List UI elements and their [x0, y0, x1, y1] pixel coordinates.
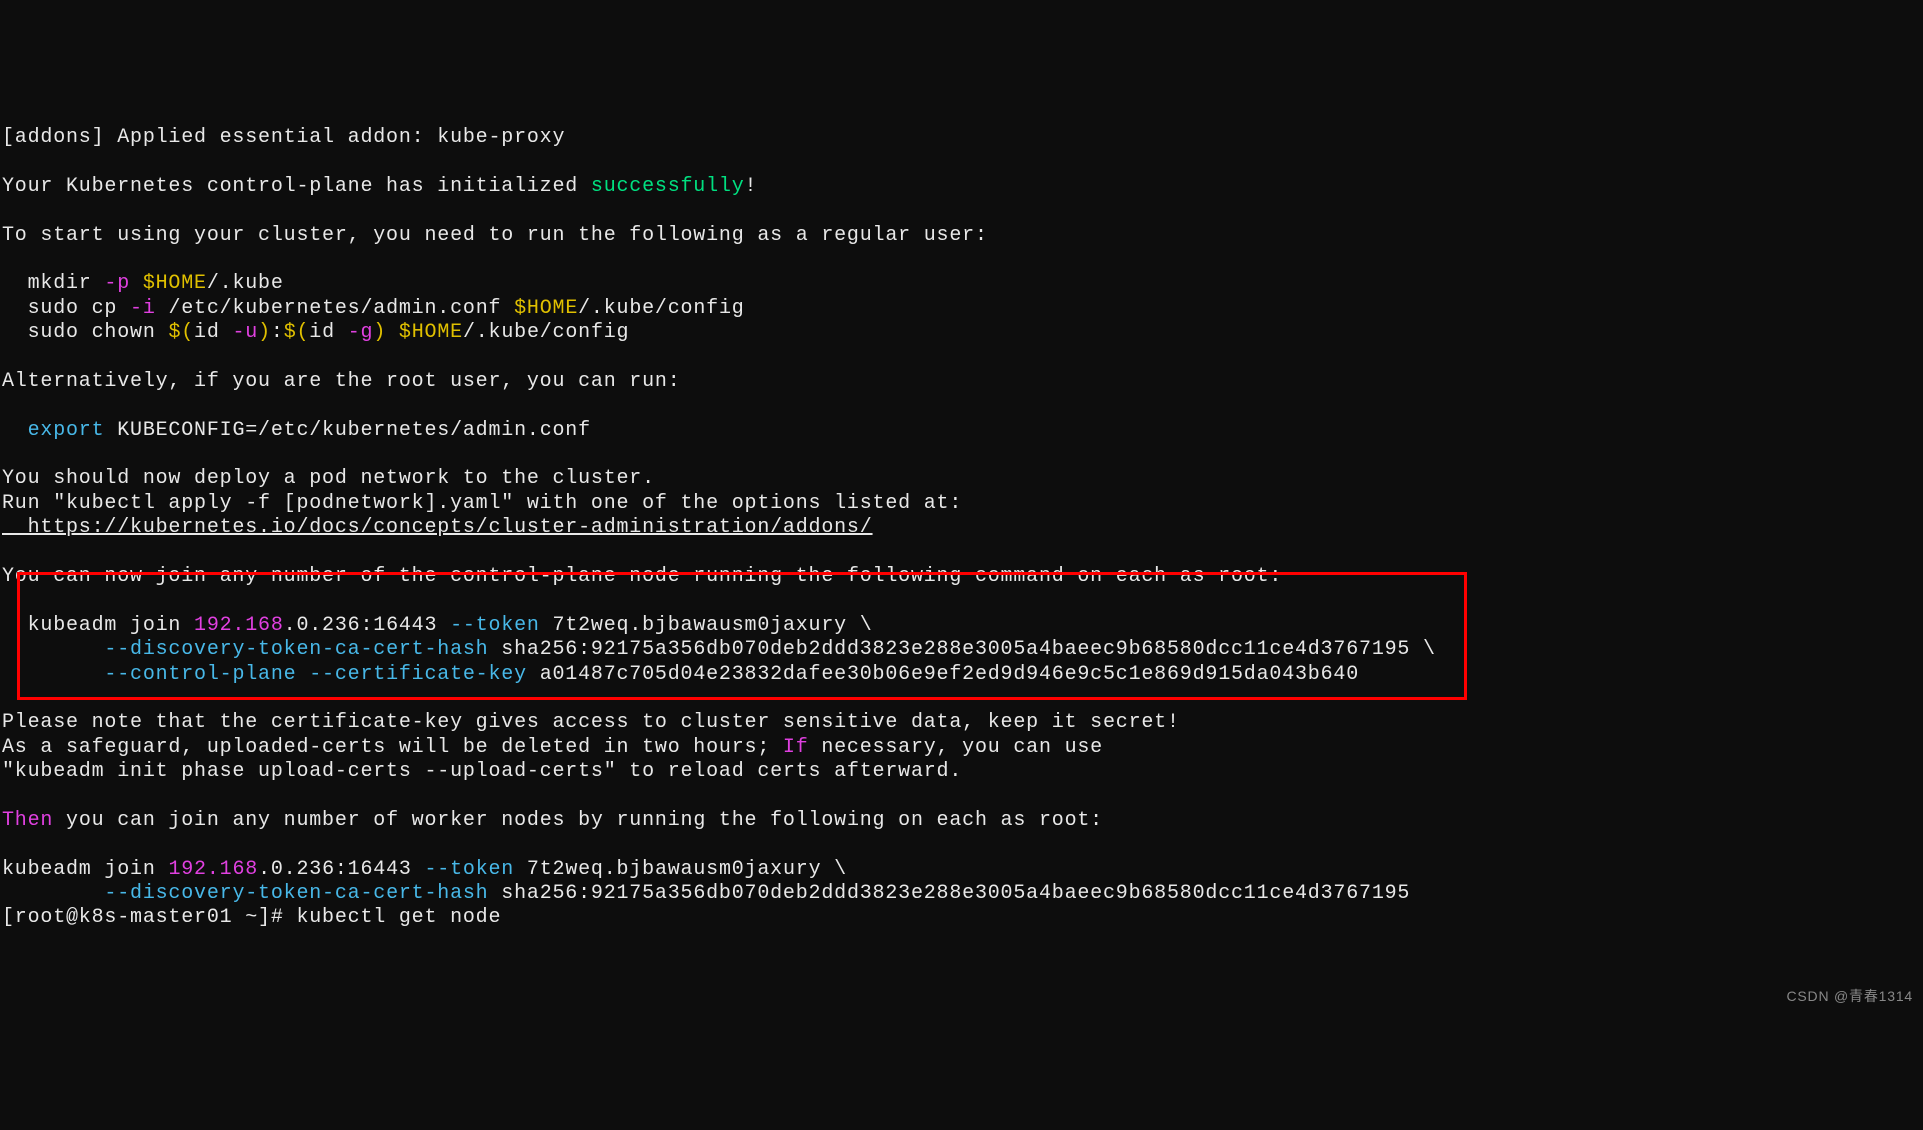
output-line: You can now join any number of the contr… — [2, 565, 1282, 588]
output-line: To start using your cluster, you need to… — [2, 224, 988, 247]
output-link: https://kubernetes.io/docs/concepts/clus… — [2, 516, 873, 539]
output-line: Alternatively, if you are the root user,… — [2, 370, 681, 393]
output-line: Run "kubectl apply -f [podnetwork].yaml"… — [2, 492, 962, 515]
output-line: You should now deploy a pod network to t… — [2, 467, 655, 490]
output-line: export KUBECONFIG=/etc/kubernetes/admin.… — [2, 419, 591, 442]
kubeadm-join-command: --control-plane --certificate-key a01487… — [2, 663, 1359, 686]
output-line: Please note that the certificate-key giv… — [2, 711, 1180, 734]
terminal-output[interactable]: [addons] Applied essential addon: kube-p… — [2, 102, 1921, 956]
kubeadm-worker-join-command: kubeadm join 192.168.0.236:16443 --token… — [2, 858, 847, 881]
output-line: As a safeguard, uploaded-certs will be d… — [2, 736, 1103, 759]
output-line: "kubeadm init phase upload-certs --uploa… — [2, 760, 962, 783]
kubeadm-join-command: --discovery-token-ca-cert-hash sha256:92… — [2, 638, 1436, 661]
kubeadm-worker-join-command: --discovery-token-ca-cert-hash sha256:92… — [2, 882, 1423, 905]
output-line: [addons] Applied essential addon: kube-p… — [2, 126, 565, 149]
output-line: Then you can join any number of worker n… — [2, 809, 1103, 832]
kubeadm-join-command: kubeadm join 192.168.0.236:16443 --token… — [2, 614, 873, 637]
prompt-line[interactable]: [root@k8s-master01 ~]# kubectl get node — [2, 906, 501, 929]
output-line: sudo chown $(id -u):$(id -g) $HOME/.kube… — [2, 321, 629, 344]
output-line: sudo cp -i /etc/kubernetes/admin.conf $H… — [2, 297, 745, 320]
output-line: mkdir -p $HOME/.kube — [2, 272, 284, 295]
output-line: Your Kubernetes control-plane has initia… — [2, 175, 757, 198]
watermark: CSDN @青春1314 — [1786, 988, 1913, 1005]
